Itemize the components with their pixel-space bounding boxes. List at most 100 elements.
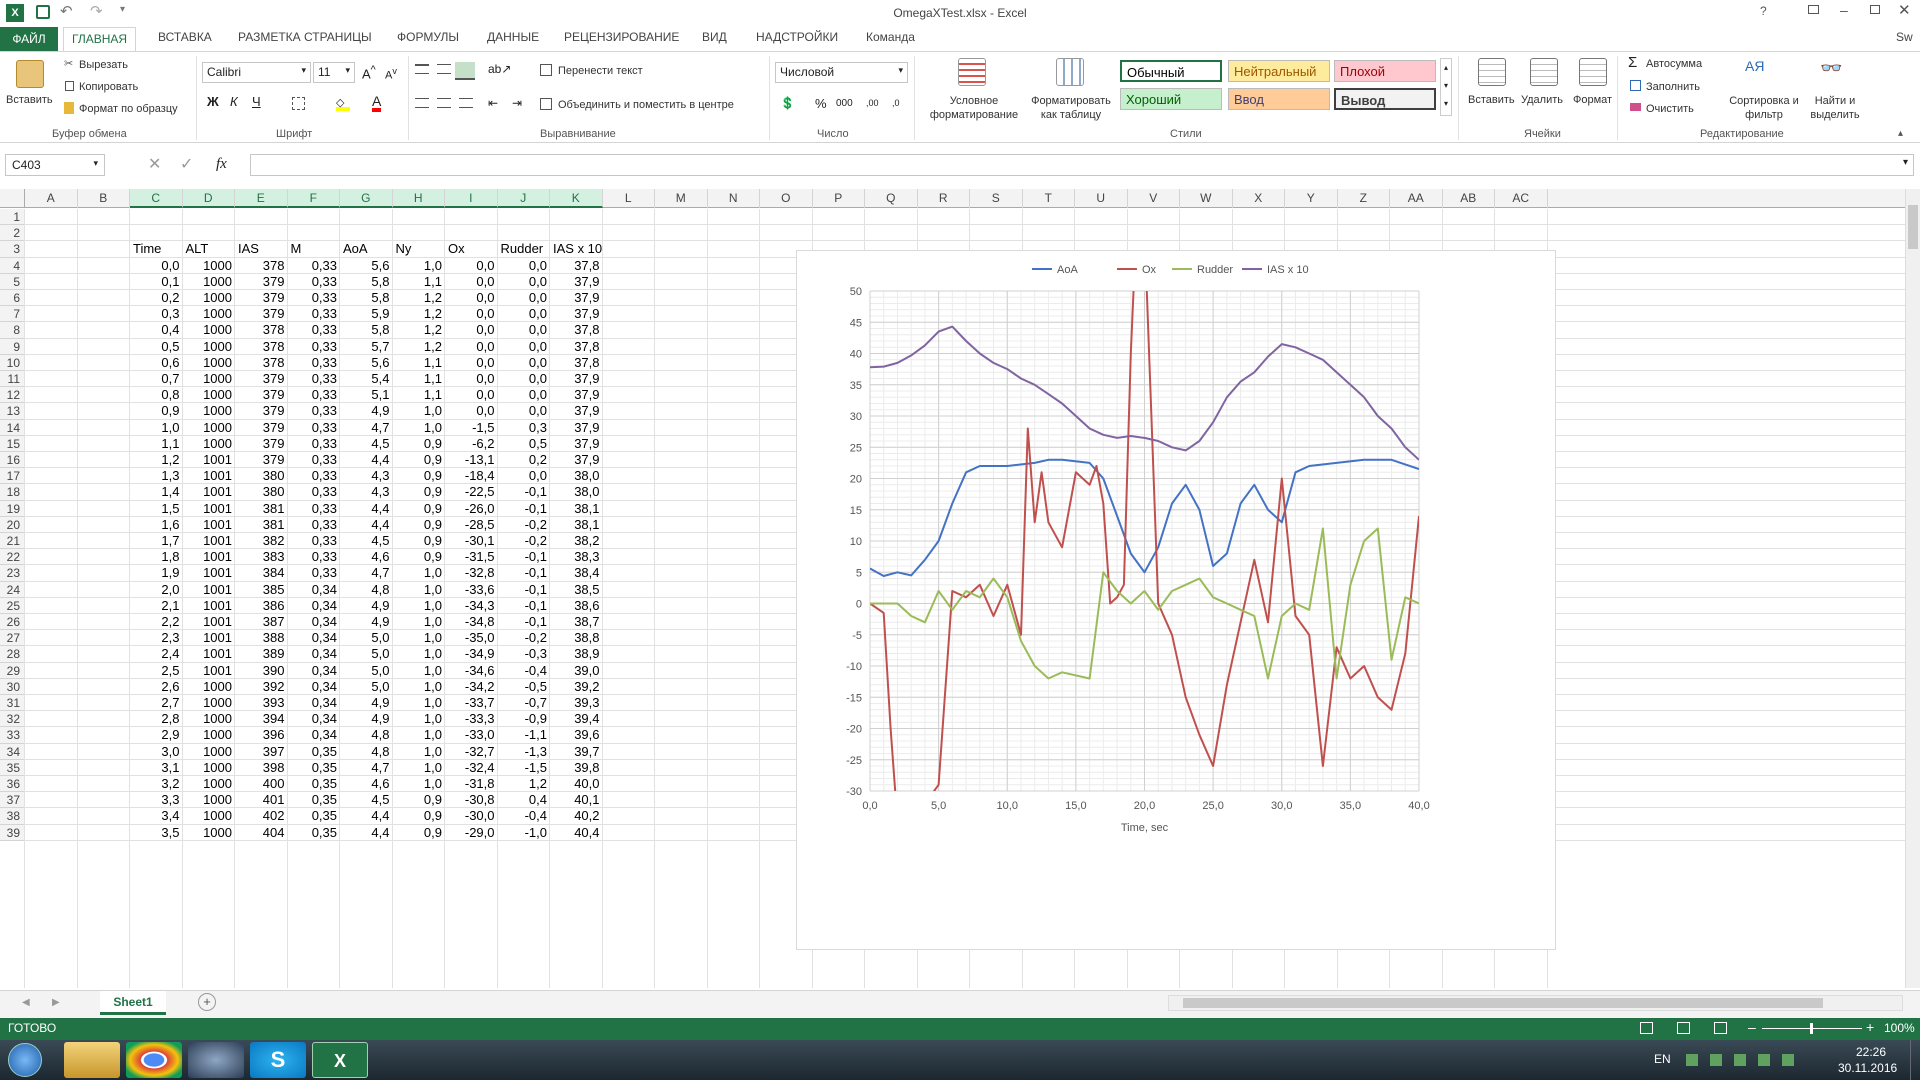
column-header-i[interactable]: I [445,189,498,208]
show-desktop-button[interactable] [1910,1040,1920,1080]
scroll-left-icon[interactable]: ◀ [22,997,30,1008]
column-header-n[interactable]: N [708,189,760,208]
table-cell[interactable]: 0,9 [393,517,446,533]
table-cell[interactable]: 5,0 [340,679,393,695]
table-cell[interactable]: 3,0 [130,744,183,760]
table-cell[interactable]: 37,9 [550,420,603,436]
table-header-cell[interactable]: ALT [183,241,236,257]
table-cell[interactable]: 1,5 [130,501,183,517]
table-cell[interactable]: -0,2 [498,533,551,549]
table-cell[interactable]: -29,0 [445,825,498,841]
align-right-icon[interactable] [459,98,473,108]
table-cell[interactable]: 0,34 [288,598,341,614]
table-cell[interactable]: 1000 [183,695,236,711]
formula-input[interactable] [250,154,1914,176]
table-cell[interactable]: 0,33 [288,371,341,387]
table-cell[interactable]: 0,33 [288,403,341,419]
table-cell[interactable]: 382 [235,533,288,549]
table-cell[interactable]: 1,0 [393,711,446,727]
row-header-25[interactable]: 25 [0,597,25,614]
table-cell[interactable]: 5,4 [340,371,393,387]
table-cell[interactable]: 1000 [183,808,236,824]
table-cell[interactable]: 37,8 [550,258,603,274]
table-cell[interactable]: -22,5 [445,484,498,500]
table-cell[interactable]: 1000 [183,306,236,322]
table-cell[interactable]: 1,2 [393,290,446,306]
table-cell[interactable]: 4,6 [340,776,393,792]
table-cell[interactable]: 38,1 [550,501,603,517]
table-cell[interactable]: 39,2 [550,679,603,695]
cancel-icon[interactable]: ✕ [148,154,161,174]
cut-button[interactable]: Вырезать [79,59,128,71]
table-cell[interactable]: 4,9 [340,695,393,711]
delete-cells-icon[interactable] [1530,58,1558,86]
table-cell[interactable]: 1,2 [393,339,446,355]
table-cell[interactable]: 1001 [183,517,236,533]
chrome-icon[interactable] [126,1042,182,1078]
column-header-m[interactable]: M [655,189,708,208]
table-cell[interactable]: 0,9 [393,792,446,808]
table-cell[interactable]: 378 [235,339,288,355]
table-cell[interactable]: 4,7 [340,565,393,581]
style-input[interactable]: Ввод [1228,88,1330,110]
table-cell[interactable]: 5,8 [340,274,393,290]
bold-icon[interactable]: Ж [207,94,219,109]
table-cell[interactable]: 39,0 [550,663,603,679]
table-cell[interactable]: 393 [235,695,288,711]
column-header-o[interactable]: O [760,189,813,208]
table-cell[interactable]: 5,1 [340,387,393,403]
table-cell[interactable]: 0,9 [393,825,446,841]
table-cell[interactable]: 1,0 [393,776,446,792]
table-cell[interactable]: 1,0 [393,258,446,274]
column-header-x[interactable]: X [1233,189,1285,208]
table-cell[interactable]: 0,9 [130,403,183,419]
table-cell[interactable]: -0,4 [498,808,551,824]
table-cell[interactable]: 0,33 [288,533,341,549]
table-cell[interactable]: 0,0 [445,387,498,403]
autosum-button[interactable]: Автосумма [1646,58,1702,70]
table-cell[interactable]: 0,0 [498,290,551,306]
table-cell[interactable]: -30,0 [445,808,498,824]
row-header-21[interactable]: 21 [0,533,25,550]
table-cell[interactable]: 38,0 [550,484,603,500]
select-all-corner[interactable] [0,189,25,208]
table-cell[interactable]: 38,8 [550,630,603,646]
table-cell[interactable]: 0,34 [288,630,341,646]
currency-icon[interactable]: 💲 [780,96,795,110]
table-header-cell[interactable]: IAS [235,241,288,257]
table-cell[interactable]: 0,9 [393,501,446,517]
fill-button[interactable]: Заполнить [1646,81,1700,93]
table-cell[interactable]: 1000 [183,679,236,695]
column-header-k[interactable]: K [550,189,603,208]
table-cell[interactable]: -34,2 [445,679,498,695]
row-header-31[interactable]: 31 [0,695,25,712]
table-cell[interactable]: 4,4 [340,825,393,841]
table-cell[interactable]: 0,0 [445,339,498,355]
table-cell[interactable]: 0,33 [288,452,341,468]
table-cell[interactable]: 0,33 [288,549,341,565]
table-cell[interactable]: 2,7 [130,695,183,711]
table-cell[interactable]: -33,0 [445,727,498,743]
explorer-icon[interactable] [64,1042,120,1078]
clock-time[interactable]: 22:26 [1856,1045,1886,1059]
table-header-cell[interactable]: Time [130,241,183,257]
shrink-font-icon[interactable]: Av [385,66,397,82]
table-cell[interactable]: 0,0 [445,306,498,322]
table-cell[interactable]: 1000 [183,711,236,727]
table-header-cell[interactable]: Rudder [498,241,551,257]
table-cell[interactable]: 0,33 [288,501,341,517]
table-cell[interactable]: 404 [235,825,288,841]
table-cell[interactable]: 5,6 [340,258,393,274]
row-header-38[interactable]: 38 [0,808,25,825]
column-header-s[interactable]: S [970,189,1023,208]
page-layout-view-icon[interactable] [1677,1022,1690,1034]
binoculars-icon[interactable]: 👓 [1820,58,1848,86]
table-cell[interactable]: 380 [235,484,288,500]
table-cell[interactable]: -1,3 [498,744,551,760]
scroll-thumb[interactable] [1908,205,1918,249]
table-cell[interactable]: 402 [235,808,288,824]
column-header-c[interactable]: C [130,189,183,208]
column-header-z[interactable]: Z [1338,189,1390,208]
table-cell[interactable]: 0,2 [130,290,183,306]
table-cell[interactable]: 0,4 [498,792,551,808]
